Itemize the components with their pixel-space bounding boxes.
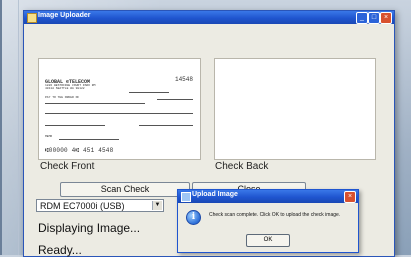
dialog-window-icon [181,192,191,202]
check-memo-line [59,139,119,140]
check-date-line [129,92,169,93]
check-micr-line: ⑆00000 4⑆ 451 4548 [45,147,114,154]
check-back-label: Check Back [215,161,269,172]
scan-check-button[interactable]: Scan Check [60,182,190,197]
dialog-titlebar[interactable]: Upload Image × [178,190,358,203]
minimize-button[interactable]: _ [356,12,368,24]
maximize-button[interactable]: □ [368,12,380,24]
check-front-label: Check Front [40,161,95,172]
info-icon: i [186,210,201,225]
scanner-select-value: RDM EC7000i (USB) [40,201,125,211]
check-bank-line [45,125,105,126]
desktop-edge-highlight [18,0,19,255]
window-titlebar[interactable]: Image Uploader _ □ × [24,11,394,24]
dialog-close-button[interactable]: × [344,191,356,203]
check-front-image: GLOBAL eTELECOM 1826 WESTRIDGE COURT PAR… [38,58,201,160]
upload-image-dialog: Upload Image × i Check scan complete. Cl… [177,189,359,253]
check-memo-label: MEMO [45,135,53,138]
window-title: Image Uploader [38,12,91,19]
close-window-button[interactable]: × [380,12,392,24]
status-displaying: Displaying Image... [38,221,141,235]
check-number: 14548 [174,76,193,83]
ok-button[interactable]: OK [246,234,290,247]
check-signature-line [139,125,193,126]
check-address: 1826 WESTRIDGE COURT PARK RM 4011A SEATT… [45,84,96,90]
check-back-image [214,58,376,160]
check-payee-line [45,103,145,104]
check-pay-label: PAY TO THE ORDER OF [45,96,80,99]
app-icon [27,13,37,23]
desktop-edge [0,0,2,255]
check-amount-box [157,99,193,100]
dialog-title: Upload Image [192,191,238,198]
dialog-message: Check scan complete. Click OK to upload … [209,212,341,218]
scanner-select[interactable]: RDM EC7000i (USB) ▼ [36,199,164,212]
chevron-down-icon[interactable]: ▼ [152,201,162,210]
check-amount-words-line [45,113,193,114]
